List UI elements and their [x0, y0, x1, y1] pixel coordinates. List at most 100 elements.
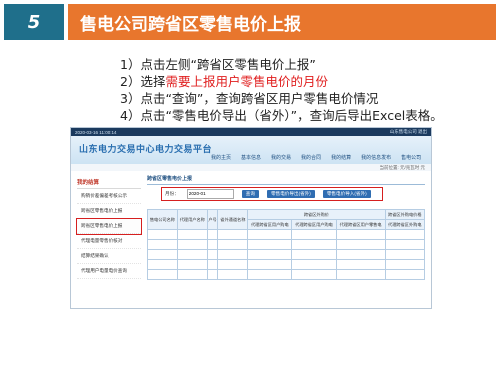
table-cell: [247, 229, 293, 240]
table-cell: [247, 259, 293, 270]
table-cell: [384, 239, 426, 250]
table-cell: [176, 229, 208, 240]
table-cell: [335, 249, 386, 260]
table-cell: [247, 269, 293, 280]
table-cell: [206, 229, 219, 240]
table-cell: [217, 239, 249, 250]
platform-topbar: 2020-03-16 11:00:14 山东售电公司 退出: [71, 128, 431, 136]
import-out-button[interactable]: 零售电价导入(省外): [322, 190, 371, 198]
table-cell: [217, 269, 249, 280]
query-button[interactable]: 查询: [241, 190, 259, 198]
step-1-text: 1）点击左侧“跨省区零售电价上报”: [120, 57, 316, 72]
col-sub-4: 代理跨省区外购电: [384, 219, 426, 230]
table-row: [147, 259, 426, 270]
table-cell: [291, 249, 337, 260]
table-cell: [384, 229, 426, 240]
table-cell: [335, 239, 386, 250]
nav-retail-company[interactable]: 售电公司: [401, 154, 421, 161]
col-user: 代理用户名称: [176, 209, 208, 230]
table-cell: [206, 249, 219, 260]
step-3: 3）点击“查询”，查询跨省区用户零售电价情况: [120, 90, 443, 107]
step-2: 2）选择需要上报用户零售电价的月份: [120, 73, 443, 90]
table-cell: [176, 269, 208, 280]
nav-trading[interactable]: 我的交易: [271, 154, 291, 161]
nav-info-publish[interactable]: 我的信息发布: [361, 154, 391, 161]
export-out-button[interactable]: 零售电价导出(省外): [267, 190, 315, 198]
table-cell: [247, 239, 293, 250]
nav-home[interactable]: 我的主页: [211, 154, 231, 161]
table-cell: [217, 259, 249, 270]
sidebar-title: 我的结算: [77, 176, 141, 189]
sidebar-item[interactable]: 代理用户电量电价查询: [77, 264, 141, 279]
platform-sidebar: 我的结算 购销价差偏差考核公示 跨省区零售电价上报 跨省区零售电价上报 代理电量…: [76, 176, 142, 279]
platform-nav: 我的主页 基本信息 我的交易 我的合同 我的结算 我的信息发布 售电公司: [211, 154, 421, 161]
table-cell: [206, 259, 219, 270]
platform-screenshot: 2020-03-16 11:00:14 山东售电公司 退出 山东电力交易中心电力…: [70, 127, 432, 309]
table-cell: [291, 229, 337, 240]
step-4: 4）点击“零售电价导出（省外）”，查询后导出Excel表格。: [120, 107, 443, 124]
sidebar-item[interactable]: 跨省区零售电价上报: [77, 204, 141, 219]
table-cell: [206, 239, 219, 250]
sidebar-item-active[interactable]: 跨省区零售电价上报: [76, 218, 142, 235]
col-channel: 省外通道名称: [217, 209, 249, 230]
table-row: [147, 249, 426, 260]
table-cell: [147, 239, 178, 250]
slide-header: 5 售电公司跨省区零售电价上报: [0, 0, 500, 48]
table-cell: [217, 249, 249, 260]
step-1: 1）点击左侧“跨省区零售电价上报”: [120, 56, 443, 73]
step-3-text: 3）点击“查询”，查询跨省区用户零售电价情况: [120, 91, 379, 106]
table-body: [147, 229, 426, 280]
table-cell: [335, 229, 386, 240]
table-row: [147, 239, 426, 250]
table-cell: [176, 249, 208, 260]
table-cell: [247, 249, 293, 260]
sidebar-item[interactable]: 结算结果确认: [77, 249, 141, 264]
filter-bar: 月份： 2020-01 查询 零售电价导出(省外) 零售电价导入(省外): [161, 187, 383, 201]
table-cell: [335, 269, 386, 280]
table-cell: [176, 239, 208, 250]
slide-title: 售电公司跨省区零售电价上报: [68, 4, 496, 40]
price-table: 售电公司名称 代理用户名称 户号 省外通道名称 跨省区外购价 跨省区外购电价格 …: [147, 209, 426, 280]
table-cell: [147, 269, 178, 280]
month-input[interactable]: 2020-01: [186, 189, 234, 199]
platform-banner: 山东电力交易中心电力交易平台 我的主页 基本信息 我的交易 我的合同 我的结算 …: [71, 136, 431, 164]
nav-settlement[interactable]: 我的结算: [331, 154, 351, 161]
instruction-list: 1）点击左侧“跨省区零售电价上报” 2）选择需要上报用户零售电价的月份 3）点击…: [120, 56, 443, 124]
sidebar-item[interactable]: 代理电量零售价核对: [77, 234, 141, 249]
table-cell: [384, 259, 426, 270]
table-cell: [217, 229, 249, 240]
table-cell: [147, 259, 178, 270]
table-cell: [384, 269, 426, 280]
table-row: [147, 229, 426, 240]
table-cell: [147, 229, 178, 240]
main-panel: 跨省区零售电价上报 月份： 2020-01 查询 零售电价导出(省外) 零售电价…: [147, 175, 426, 303]
table-row: [147, 269, 426, 280]
col-account: 户号: [206, 209, 219, 230]
topbar-user[interactable]: 山东售电公司 退出: [390, 129, 427, 135]
table-cell: [147, 249, 178, 260]
sidebar-item[interactable]: 购销价差偏差考核公示: [77, 189, 141, 204]
platform-logo: 山东电力交易中心电力交易平台: [79, 144, 213, 154]
table-cell: [291, 259, 337, 270]
table-cell: [291, 239, 337, 250]
col-sub-1: 代理跨省区用户购电: [247, 219, 293, 230]
table-cell: [335, 259, 386, 270]
col-group-outer: 跨省区外购电价格: [384, 209, 426, 220]
platform-subbar: 当前位置: 元/兆瓦时 元: [71, 164, 431, 171]
table-cell: [384, 249, 426, 260]
step-4-text: 4）点击“零售电价导出（省外）”，查询后导出Excel表格。: [120, 108, 443, 123]
topbar-datetime: 2020-03-16 11:00:14: [75, 129, 117, 135]
table-cell: [291, 269, 337, 280]
table-cell: [176, 259, 208, 270]
step-2-text: 2）选择: [120, 74, 166, 89]
col-group-purchase: 跨省区外购价: [247, 209, 386, 220]
nav-contracts[interactable]: 我的合同: [301, 154, 321, 161]
panel-title: 跨省区零售电价上报: [147, 175, 425, 185]
col-sub-3: 代理跨省区用户零售电: [335, 219, 386, 230]
nav-basic-info[interactable]: 基本信息: [241, 154, 261, 161]
month-label: 月份：: [165, 191, 179, 196]
col-company: 售电公司名称: [147, 209, 178, 230]
table-header-row: 售电公司名称 代理用户名称 户号 省外通道名称 跨省区外购价 跨省区外购电价格: [147, 209, 426, 230]
step-2-highlight: 需要上报用户零售电价的月份: [165, 74, 328, 89]
slide-number: 5: [4, 4, 64, 40]
